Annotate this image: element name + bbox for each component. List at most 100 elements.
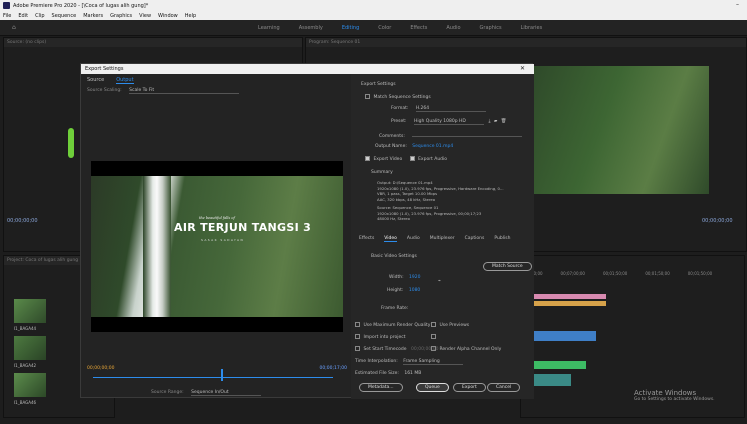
menu-clip[interactable]: Clip (35, 13, 44, 19)
source-scaling-dropdown[interactable]: Scale To Fit (129, 88, 240, 94)
menu-graphics[interactable]: Graphics (110, 13, 132, 19)
menu-help[interactable]: Help (185, 13, 196, 19)
source-panel-header: Source: (no clips) (4, 38, 302, 47)
frame-rate-label: Frame Rate: (381, 306, 409, 311)
workspace-assembly[interactable]: Assembly (299, 25, 323, 31)
tab-source[interactable]: Source (87, 77, 104, 84)
playhead-handle[interactable] (221, 369, 223, 381)
match-sequence-checkbox[interactable] (365, 94, 370, 99)
menu-view[interactable]: View (139, 13, 151, 19)
tab-multiplexer[interactable]: Multiplexer (430, 236, 455, 242)
close-icon[interactable]: ✕ (520, 65, 525, 72)
activation-watermark: Activate Windows Go to Settings to activ… (634, 389, 715, 402)
width-row: Width: 1920 (389, 275, 420, 280)
clip-thumbnail[interactable] (14, 336, 46, 360)
source-timecode: 00;00;00;00 (7, 218, 38, 224)
use-proxies-checkbox[interactable] (431, 334, 436, 339)
import-project-checkbox[interactable] (355, 334, 360, 339)
metadata-button[interactable]: Metadata... (359, 383, 403, 392)
output-name-link[interactable]: Sequence 01.mp4 (412, 144, 453, 149)
match-source-button[interactable]: Match Source (483, 262, 532, 271)
set-start-checkbox[interactable] (355, 346, 360, 351)
timeline-tick: 00;01;50;00 (602, 271, 628, 276)
source-range-dropdown[interactable]: Sequence In/Out (191, 390, 262, 396)
format-row: Format: H.264 (391, 106, 486, 112)
summary-header[interactable]: Summary (371, 170, 393, 175)
program-panel-header: Program: Sequence 01 (306, 38, 746, 47)
clip-bar-orange[interactable] (531, 301, 606, 306)
format-label: Format: (391, 106, 409, 111)
height-value[interactable]: 1080 (409, 288, 420, 293)
dialog-title: Export Settings (85, 66, 124, 72)
use-previews-checkbox[interactable] (431, 322, 436, 327)
use-previews-label: Use Previews (439, 323, 470, 328)
tab-video[interactable]: Video (384, 236, 397, 242)
tab-output[interactable]: Output (116, 77, 134, 84)
match-sequence-row: Match Sequence Settings (365, 94, 431, 100)
program-monitor-image (534, 66, 709, 194)
clip-thumbnail[interactable] (14, 299, 46, 323)
tab-audio[interactable]: Audio (407, 236, 420, 242)
clip-bar-pink[interactable] (531, 294, 606, 299)
file-size-label: Estimated File Size: (355, 371, 399, 376)
preview-scrubber[interactable] (93, 377, 333, 385)
delete-preset-icon[interactable]: 🗑 (501, 119, 507, 124)
export-settings-header[interactable]: Export Settings (361, 82, 396, 87)
tab-publish[interactable]: Publish (494, 236, 510, 242)
output-name-row: Output Name: Sequence 01.mp4 (375, 144, 453, 149)
chain-link-icon[interactable]: ⌁ (438, 278, 441, 284)
clip-bar-green[interactable] (531, 361, 586, 369)
interpolation-dropdown[interactable]: Frame Sampling (403, 359, 464, 365)
file-size-value: 161 MB (404, 371, 422, 376)
clip-name: I1_BAGA42 (14, 363, 37, 368)
clip-thumbnail[interactable] (14, 373, 46, 397)
workspace-graphics[interactable]: Graphics (480, 25, 502, 31)
use-proxies-row (431, 334, 438, 340)
max-render-checkbox[interactable] (355, 322, 360, 327)
menu-window[interactable]: Window (158, 13, 178, 19)
tab-effects[interactable]: Effects (359, 236, 374, 242)
workspace-libraries[interactable]: Libraries (521, 25, 543, 31)
workspace-learning[interactable]: Learning (258, 25, 280, 31)
width-value[interactable]: 1920 (409, 275, 420, 280)
menu-sequence[interactable]: Sequence (52, 13, 77, 19)
current-timecode[interactable]: 00;00;00;00 (87, 366, 114, 371)
interpolation-label: Time Interpolation: (355, 359, 398, 364)
export-audio-checkbox[interactable] (409, 156, 415, 161)
render-alpha-checkbox[interactable] (431, 346, 436, 351)
program-timecode: 00;00;00;00 (702, 218, 733, 224)
home-icon[interactable]: ⌂ (12, 24, 16, 31)
export-audio-label: Export Audio (418, 157, 448, 162)
import-preset-icon[interactable]: ▰ (494, 119, 497, 124)
timeline-tick: 00;07;00;00 (560, 271, 585, 276)
comments-input[interactable] (412, 131, 523, 137)
workspace-editing[interactable]: Editing (342, 25, 359, 31)
basic-video-header[interactable]: Basic Video Settings (371, 254, 417, 259)
premiere-app-icon (3, 2, 10, 9)
cancel-button[interactable]: Cancel (487, 383, 521, 392)
workspace-audio[interactable]: Audio (446, 25, 460, 31)
clip-bar-blue[interactable] (531, 331, 596, 341)
menu-markers[interactable]: Markers (83, 13, 103, 19)
queue-button[interactable]: Queue (416, 383, 449, 392)
tab-captions[interactable]: Captions (465, 236, 485, 242)
export-video-checkbox[interactable] (365, 156, 370, 161)
minimize-icon[interactable]: – (736, 1, 739, 8)
menu-edit[interactable]: Edit (18, 13, 28, 19)
comments-label: Comments: (379, 134, 405, 139)
render-alpha-label: Render Alpha Channel Only (439, 347, 502, 352)
workspace-color[interactable]: Color (378, 25, 391, 31)
preset-dropdown[interactable]: High Quality 1080p HD (414, 119, 484, 125)
format-dropdown[interactable]: H.264 (415, 106, 486, 112)
output-name-label: Output Name: (375, 144, 407, 149)
clip-bar-teal[interactable] (531, 374, 571, 386)
menu-file[interactable]: File (3, 13, 11, 19)
height-row: Height: 1080 (387, 288, 420, 293)
activation-sub: Go to Settings to activate Windows. (634, 397, 715, 402)
export-av-row: Export Video Export Audio (365, 156, 447, 162)
render-alpha-row: Render Alpha Channel Only (431, 346, 501, 352)
duration-timecode: 00;00;17;00 (319, 366, 347, 371)
save-preset-icon[interactable]: ⤓ (488, 119, 490, 124)
workspace-effects[interactable]: Effects (410, 25, 427, 31)
export-button[interactable]: Export (453, 383, 486, 392)
